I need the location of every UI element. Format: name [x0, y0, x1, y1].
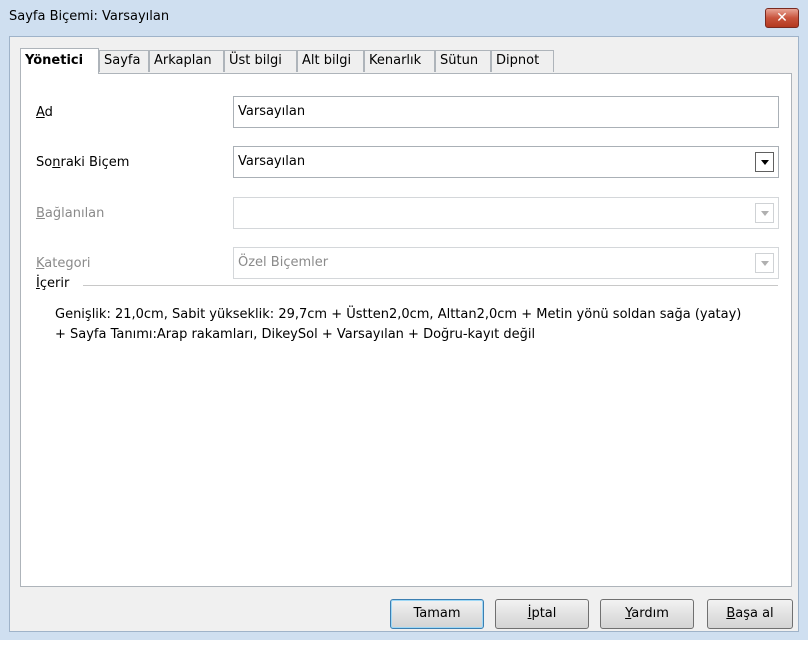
name-label: Ad [36, 105, 53, 120]
tab-footer[interactable]: Alt bilgi [297, 50, 364, 72]
organizer-panel: Ad Varsayılan Sonraki Biçem Varsayılan B… [20, 73, 792, 587]
dialog-window: Sayfa Biçemi: Varsayılan ✕ Yönetici Sayf… [0, 0, 808, 640]
next-style-dropdown[interactable]: Varsayılan [233, 146, 779, 178]
tab-background[interactable]: Arkaplan [149, 50, 224, 72]
tab-header[interactable]: Üst bilgi [224, 50, 297, 72]
linked-label: Bağlanılan [36, 206, 105, 221]
dialog-client-area: Yönetici Sayfa Arkaplan Üst bilgi Alt bi… [9, 36, 799, 632]
tab-columns[interactable]: Sütun [435, 50, 491, 72]
contains-divider [83, 285, 778, 286]
close-icon: ✕ [776, 10, 788, 26]
tab-footnote[interactable]: Dipnot [491, 50, 554, 72]
contains-heading: İçerir [36, 276, 70, 291]
category-dropdown-button[interactable] [755, 253, 774, 273]
linked-dropdown-button[interactable] [755, 203, 774, 223]
chevron-down-icon [761, 211, 769, 216]
help-button[interactable]: Yardım [600, 599, 694, 629]
chevron-down-icon [761, 160, 769, 165]
window-title: Sayfa Biçemi: Varsayılan [9, 9, 170, 24]
category-label: Kategori [36, 256, 91, 271]
tab-borders[interactable]: Kenarlık [364, 50, 435, 72]
category-value: Özel Biçemler [238, 255, 329, 270]
cancel-button[interactable]: İptal [495, 599, 589, 629]
next-style-label: Sonraki Biçem [36, 155, 130, 170]
contains-description: Genişlik: 21,0cm, Sabit yükseklik: 29,7c… [55, 307, 742, 342]
close-button[interactable]: ✕ [765, 8, 799, 28]
chevron-down-icon [761, 261, 769, 266]
name-input[interactable]: Varsayılan [233, 96, 779, 128]
next-style-dropdown-button[interactable] [755, 152, 774, 172]
tab-organizer[interactable]: Yönetici [20, 48, 99, 74]
category-dropdown[interactable]: Özel Biçemler [233, 247, 779, 279]
linked-dropdown[interactable] [233, 197, 779, 229]
title-bar[interactable]: Sayfa Biçemi: Varsayılan ✕ [0, 0, 808, 36]
ok-button[interactable]: Tamam [390, 599, 484, 629]
reset-button[interactable]: Başa al [707, 599, 793, 629]
next-style-value: Varsayılan [238, 154, 306, 169]
tab-page[interactable]: Sayfa [99, 50, 149, 72]
